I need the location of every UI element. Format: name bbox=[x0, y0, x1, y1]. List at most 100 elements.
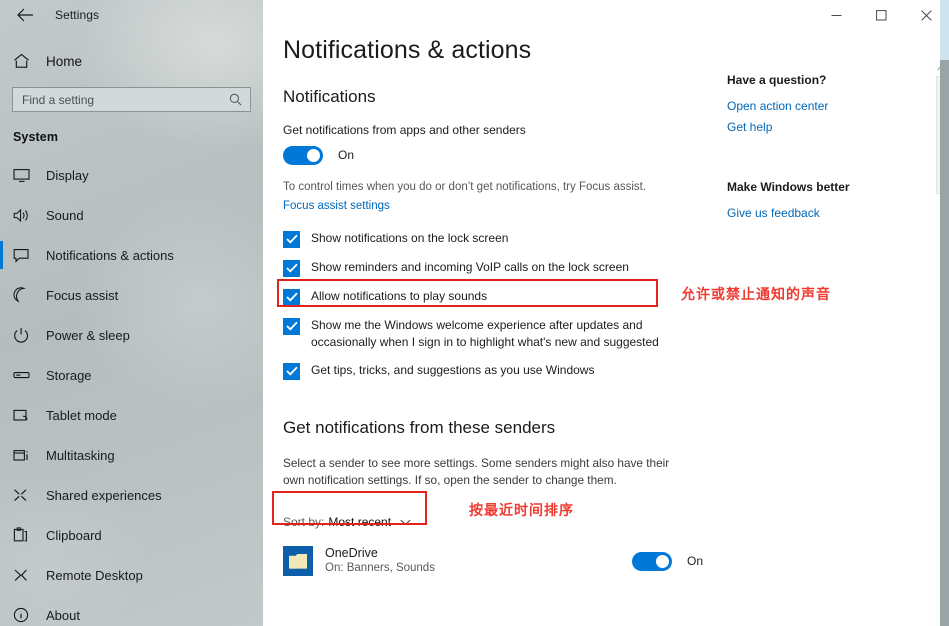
sidebar-item-label: Display bbox=[46, 167, 89, 183]
toggle-knob bbox=[655, 554, 669, 568]
speaker-icon bbox=[13, 205, 39, 225]
notification-checkbox-list: Show notifications on the lock screen Sh… bbox=[283, 230, 703, 380]
sidebar-item-display[interactable]: Display bbox=[0, 155, 263, 195]
checkbox-row-tips-tricks[interactable]: Get tips, tricks, and suggestions as you… bbox=[283, 362, 703, 380]
onedrive-folder-shape bbox=[289, 553, 307, 569]
sidebar-item-power-and-sleep[interactable]: Power & sleep bbox=[0, 315, 263, 355]
multitasking-icon bbox=[13, 445, 39, 465]
drive-icon bbox=[13, 365, 39, 385]
help-spacer bbox=[727, 141, 917, 180]
checkbox-checked-icon[interactable] bbox=[283, 259, 300, 277]
help-column: Have a question? Open action center Get … bbox=[727, 73, 917, 227]
window-controls bbox=[814, 0, 949, 30]
sidebar-item-notifications-and-actions[interactable]: Notifications & actions bbox=[0, 235, 263, 275]
settings-window: Settings Home System bbox=[0, 0, 949, 626]
give-us-feedback-link[interactable]: Give us feedback bbox=[727, 206, 917, 220]
main-content: Notifications & actions Notifications Ge… bbox=[283, 36, 703, 578]
master-toggle-row: On bbox=[283, 144, 703, 166]
help-feedback-heading: Make Windows better bbox=[727, 180, 850, 194]
sort-by-prefix: Sort by: bbox=[283, 515, 325, 530]
info-icon bbox=[13, 605, 39, 625]
sidebar-item-label: Clipboard bbox=[46, 527, 102, 543]
sidebar: Settings Home System bbox=[0, 0, 263, 626]
checkbox-label: Get tips, tricks, and suggestions as you… bbox=[311, 362, 595, 377]
sidebar-item-storage[interactable]: Storage bbox=[0, 355, 263, 395]
checkbox-row-lock-screen[interactable]: Show notifications on the lock screen bbox=[283, 230, 703, 248]
share-icon bbox=[13, 485, 39, 505]
checkbox-label: Allow notifications to play sounds bbox=[311, 288, 488, 303]
search-input[interactable] bbox=[13, 92, 229, 107]
sidebar-item-remote-desktop[interactable]: Remote Desktop bbox=[0, 555, 263, 595]
checkbox-checked-icon[interactable] bbox=[283, 288, 300, 306]
senders-description: Select a sender to see more settings. So… bbox=[283, 455, 670, 488]
search-box[interactable] bbox=[12, 87, 251, 112]
sidebar-item-about[interactable]: About bbox=[0, 595, 263, 626]
window-titlebar-left: Settings bbox=[0, 0, 263, 30]
sidebar-item-label: Sound bbox=[46, 207, 84, 223]
senders-section-heading: Get notifications from these senders bbox=[283, 417, 556, 437]
sidebar-item-focus-assist[interactable]: Focus assist bbox=[0, 275, 263, 315]
sidebar-item-label: Notifications & actions bbox=[46, 247, 174, 263]
onedrive-toggle-state: On bbox=[686, 554, 703, 569]
sidebar-item-home[interactable]: Home bbox=[0, 41, 263, 81]
chevron-down-icon bbox=[400, 519, 411, 526]
sidebar-item-label: Shared experiences bbox=[46, 487, 162, 503]
sender-row-onedrive[interactable]: OneDrive On: Banners, Sounds On bbox=[283, 544, 703, 578]
sidebar-item-label-home: Home bbox=[46, 53, 83, 69]
checkbox-checked-icon[interactable] bbox=[283, 362, 300, 380]
sender-toggle-group: On bbox=[631, 551, 703, 571]
get-help-link[interactable]: Get help bbox=[727, 120, 917, 134]
sender-status-summary: On: Banners, Sounds bbox=[325, 562, 435, 575]
sidebar-item-multitasking[interactable]: Multitasking bbox=[0, 435, 263, 475]
clipboard-icon bbox=[13, 525, 39, 545]
search-icon bbox=[229, 93, 250, 106]
page-title: Notifications & actions bbox=[283, 36, 532, 64]
master-notifications-toggle[interactable] bbox=[283, 145, 323, 165]
window-right-edge-top bbox=[940, 0, 949, 60]
annotation-text-sort-by: 按最近时间排序 bbox=[469, 502, 574, 518]
sidebar-item-label: Focus assist bbox=[46, 287, 119, 303]
sidebar-item-label: Multitasking bbox=[46, 447, 115, 463]
remote-desktop-icon bbox=[13, 565, 39, 585]
focus-assist-description: To control times when you do or don’t ge… bbox=[283, 181, 647, 193]
checkbox-label: Show notifications on the lock screen bbox=[311, 230, 509, 245]
focus-assist-settings-link[interactable]: Focus assist settings bbox=[283, 200, 390, 212]
tablet-icon bbox=[13, 405, 39, 425]
sidebar-item-sound[interactable]: Sound bbox=[0, 195, 263, 235]
minimize-button[interactable] bbox=[814, 0, 859, 30]
sidebar-item-label: Power & sleep bbox=[46, 327, 130, 343]
checkbox-row-voip[interactable]: Show reminders and incoming VoIP calls o… bbox=[283, 259, 703, 277]
checkbox-label: Show reminders and incoming VoIP calls o… bbox=[311, 259, 629, 274]
sidebar-nav-list: Display Sound Notifications & actions Fo… bbox=[0, 155, 263, 626]
sidebar-item-clipboard[interactable]: Clipboard bbox=[0, 515, 263, 555]
toggle-knob bbox=[307, 148, 320, 162]
sender-name: OneDrive bbox=[325, 545, 378, 560]
onedrive-icon bbox=[283, 546, 313, 577]
maximize-button[interactable] bbox=[859, 0, 904, 30]
onedrive-notifications-toggle[interactable] bbox=[631, 551, 672, 571]
sidebar-item-label: Tablet mode bbox=[46, 407, 117, 423]
sidebar-item-label: Remote Desktop bbox=[46, 567, 143, 583]
open-action-center-link[interactable]: Open action center bbox=[727, 99, 917, 113]
app-title: Settings bbox=[55, 8, 100, 22]
window-right-edge bbox=[940, 0, 949, 626]
home-icon bbox=[13, 53, 41, 69]
master-toggle-state: On bbox=[338, 148, 355, 162]
sort-by-value: Most recent bbox=[328, 515, 392, 530]
back-arrow-icon[interactable] bbox=[10, 2, 40, 28]
sidebar-item-tablet-mode[interactable]: Tablet mode bbox=[0, 395, 263, 435]
monitor-icon bbox=[13, 165, 39, 185]
sidebar-group-title: System bbox=[13, 130, 59, 144]
sidebar-item-shared-experiences[interactable]: Shared experiences bbox=[0, 475, 263, 515]
checkbox-checked-icon[interactable] bbox=[283, 230, 300, 248]
moon-icon bbox=[13, 285, 39, 305]
comment-icon bbox=[13, 245, 39, 265]
annotation-text-play-sounds: 允许或禁止通知的声音 bbox=[681, 286, 831, 302]
sidebar-item-label: Storage bbox=[46, 367, 92, 383]
checkbox-row-play-sounds[interactable]: Allow notifications to play sounds bbox=[283, 288, 703, 306]
checkbox-row-welcome-experience[interactable]: Show me the Windows welcome experience a… bbox=[283, 317, 703, 351]
master-toggle-label: Get notifications from apps and other se… bbox=[283, 123, 526, 137]
checkbox-label: Show me the Windows welcome experience a… bbox=[311, 317, 659, 349]
checkbox-checked-icon[interactable] bbox=[283, 317, 300, 335]
sidebar-item-label: About bbox=[46, 607, 80, 623]
